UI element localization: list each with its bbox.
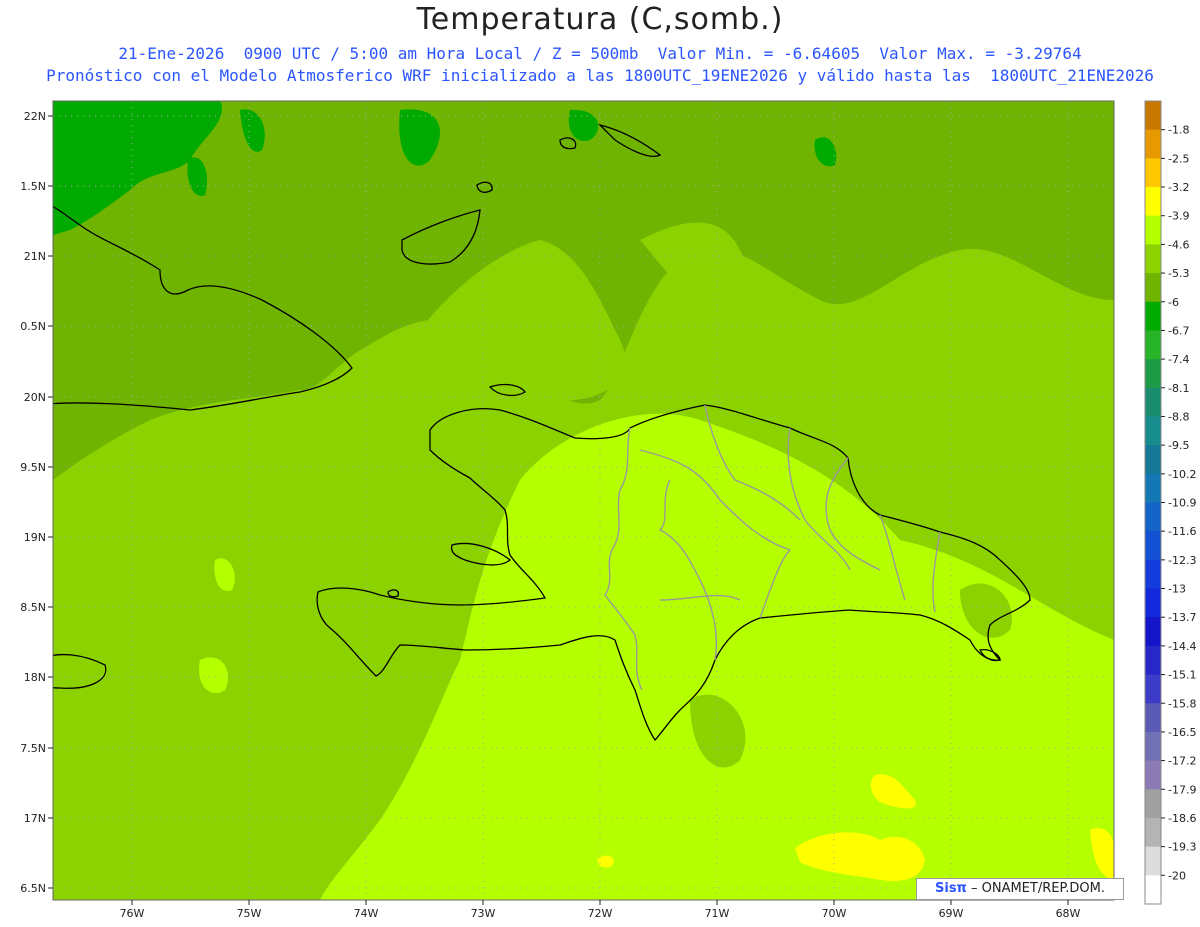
colorbar-label: -3.2 <box>1168 181 1189 194</box>
colorbar-label: -12.3 <box>1168 554 1196 567</box>
colorbar-label: -3.9 <box>1168 210 1189 223</box>
colorbar-label: -9.5 <box>1168 439 1189 452</box>
colorbar-swatch <box>1145 445 1161 475</box>
colorbar: -1.8 -2.5 -3.2 -3.9 -4.6 -5.3 -6 -6.7 -7.4 -8.1 -8… <box>1144 100 1196 905</box>
lon-label: 69W <box>939 907 964 920</box>
colorbar-swatch <box>1145 789 1161 819</box>
colorbar-swatch <box>1145 244 1161 274</box>
colorbar-label: -19.3 <box>1168 841 1196 854</box>
colorbar-label: -8.1 <box>1168 382 1189 395</box>
colorbar-swatch <box>1145 387 1161 417</box>
colorbar-swatch <box>1145 703 1161 733</box>
colorbar-label: -5.3 <box>1168 267 1189 280</box>
subtitle-line-1: 21-Ene-2026 0900 UTC / 5:00 am Hora Loca… <box>118 44 1082 63</box>
colorbar-swatch <box>1145 215 1161 245</box>
colorbar-label: -13.7 <box>1168 611 1196 624</box>
colorbar-label: -1.8 <box>1168 124 1189 137</box>
lon-label: 74W <box>354 907 379 920</box>
lat-label: 17N <box>24 812 46 825</box>
subtitle-line-2: Pronóstico con el Modelo Atmosferico WRF… <box>46 66 1154 85</box>
colorbar-swatch <box>1145 301 1161 331</box>
colorbar-swatch <box>1145 760 1161 790</box>
lon-label: 72W <box>588 907 613 920</box>
lat-label: 19N <box>24 531 46 544</box>
lon-label: 71W <box>705 907 730 920</box>
temperature-map: 22N 1.5N 21N 0.5N 20N 9.5N 19N 8.5N 18N 7.5N 17N 6.… <box>20 100 1196 920</box>
lat-label: 6.5N <box>20 882 46 895</box>
colorbar-swatch <box>1145 875 1161 905</box>
colorbar-label: -7.4 <box>1168 353 1189 366</box>
colorbar-swatch <box>1145 101 1161 131</box>
colorbar-label: -2.5 <box>1168 152 1189 165</box>
colorbar-label: -4.6 <box>1168 238 1189 251</box>
colorbar-label: -18.6 <box>1168 812 1196 825</box>
lat-label: 22N <box>24 110 46 123</box>
colorbar-swatch <box>1145 359 1161 389</box>
colorbar-swatch <box>1145 588 1161 618</box>
lat-label: 7.5N <box>20 742 46 755</box>
lon-label: 76W <box>120 907 145 920</box>
lat-label: 9.5N <box>20 461 46 474</box>
colorbar-swatch <box>1145 645 1161 676</box>
colorbar-swatch <box>1145 416 1161 446</box>
colorbar-swatch <box>1145 187 1161 217</box>
lon-label: 68W <box>1056 907 1081 920</box>
colorbar-swatch <box>1145 559 1161 590</box>
colorbar-label: -11.6 <box>1168 525 1196 538</box>
colorbar-swatch <box>1145 846 1161 876</box>
colorbar-swatch <box>1145 330 1161 360</box>
lon-label: 73W <box>471 907 496 920</box>
colorbar-label: -10.2 <box>1168 468 1196 481</box>
colorbar-swatch <box>1145 502 1161 532</box>
lon-label: 70W <box>822 907 847 920</box>
colorbar-swatch <box>1145 731 1161 762</box>
lat-label: 0.5N <box>20 320 46 333</box>
colorbar-swatch <box>1145 674 1161 704</box>
colorbar-label: -10.9 <box>1168 497 1196 510</box>
lat-label: 21N <box>24 250 46 263</box>
lat-label: 20N <box>24 391 46 404</box>
colorbar-label: -14.4 <box>1168 640 1196 653</box>
latitude-axis: 22N 1.5N 21N 0.5N 20N 9.5N 19N 8.5N 18N 7.5N 17N 6.… <box>20 110 53 895</box>
watermark-text: – ONAMET/REP.DOM. <box>966 881 1105 896</box>
page-title: Temperatura (C,somb.) <box>416 2 784 37</box>
lon-label: 75W <box>237 907 262 920</box>
colorbar-swatch <box>1145 129 1161 159</box>
longitude-axis: 76W 75W 74W 73W 72W 71W 70W 69W 68W <box>120 900 1081 920</box>
watermark-brand: Sisπ <box>935 881 967 896</box>
lat-label: 18N <box>24 671 46 684</box>
colorbar-label: -17.9 <box>1168 783 1196 796</box>
colorbar-swatch <box>1145 158 1161 188</box>
colorbar-label: -20 <box>1168 869 1186 882</box>
colorbar-label: -8.8 <box>1168 410 1189 423</box>
colorbar-swatch <box>1145 817 1161 848</box>
colorbar-label: -6 <box>1168 296 1179 309</box>
colorbar-swatch <box>1145 473 1161 503</box>
colorbar-label: -13 <box>1168 583 1186 596</box>
colorbar-label: -16.5 <box>1168 726 1196 739</box>
colorbar-label: -17.2 <box>1168 755 1196 768</box>
lat-label: 8.5N <box>20 601 46 614</box>
watermark: Sisπ – ONAMET/REP.DOM. <box>916 878 1124 900</box>
colorbar-swatch <box>1145 273 1161 303</box>
colorbar-swatch <box>1145 531 1161 561</box>
shaded-field <box>53 101 1114 900</box>
colorbar-label: -6.7 <box>1168 324 1189 337</box>
colorbar-label: -15.1 <box>1168 669 1196 682</box>
lat-label: 1.5N <box>20 180 46 193</box>
colorbar-swatch <box>1145 617 1161 647</box>
colorbar-label: -15.8 <box>1168 697 1196 710</box>
